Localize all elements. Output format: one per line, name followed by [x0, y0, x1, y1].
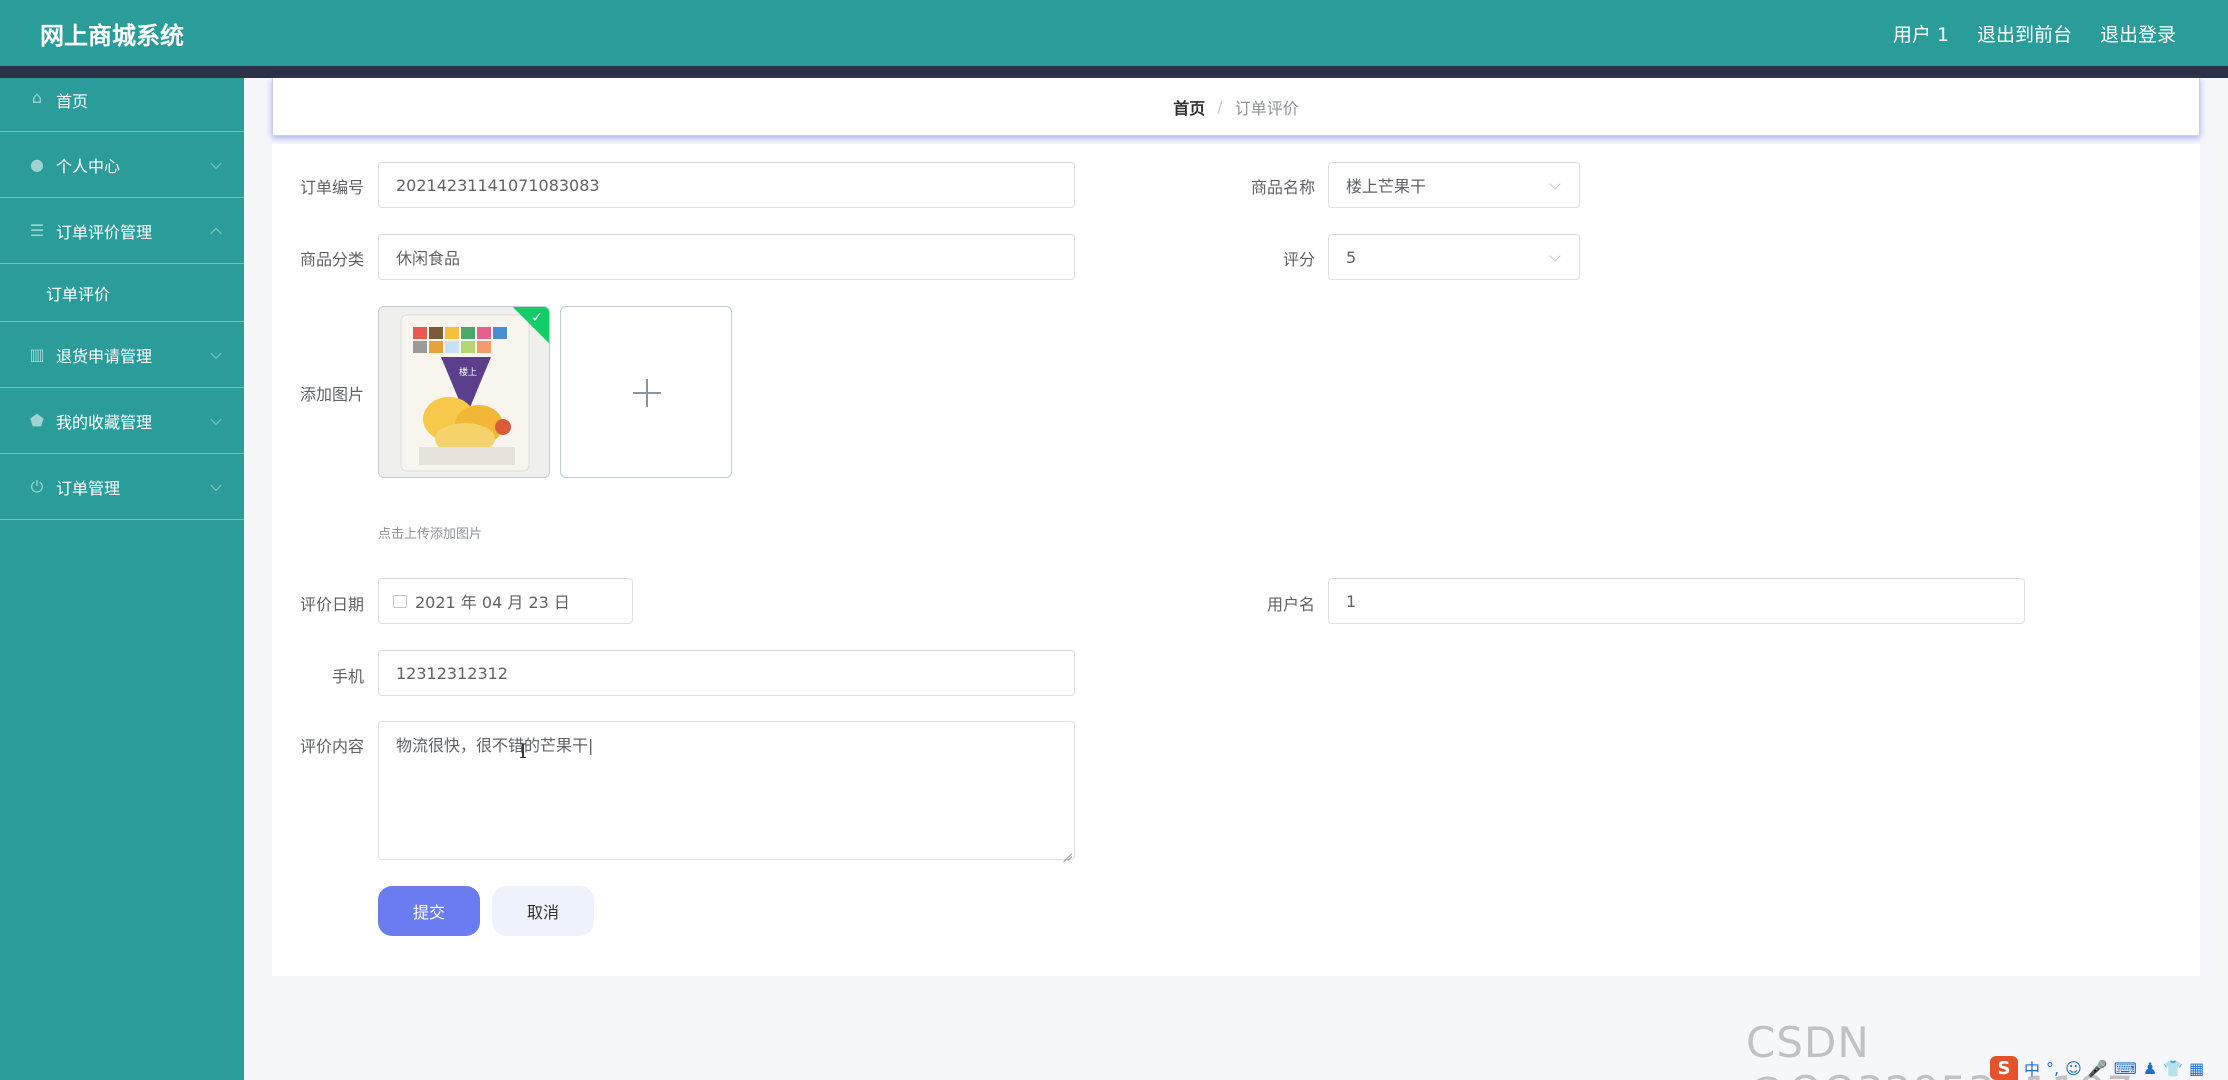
header-divider: [0, 66, 2228, 78]
logout-link[interactable]: 退出登录: [2100, 20, 2176, 47]
chevron-down-icon: [210, 157, 222, 169]
sidebar-item-label: 订单评价管理: [56, 222, 153, 242]
chevron-down-icon: [210, 413, 222, 425]
sidebar-item-personal-center[interactable]: ● 个人中心: [0, 132, 244, 198]
check-icon: ✓: [531, 310, 543, 326]
username-value: 1: [1346, 591, 1357, 611]
sidebar-item-home[interactable]: ⌂ 首页: [0, 78, 244, 132]
category-label: 商品分类: [299, 250, 364, 269]
breadcrumb-home[interactable]: 首页: [1173, 95, 1205, 119]
sidebar-item-order-management[interactable]: ⏻ 订单管理: [0, 454, 244, 520]
resize-handle[interactable]: [1062, 847, 1072, 857]
chevron-down-icon: [210, 479, 222, 491]
date-label: 评价日期: [299, 595, 364, 614]
emoji-icon[interactable]: ☺: [2065, 1059, 2082, 1078]
shield-icon: ⬟: [30, 411, 44, 430]
sidebar-item-order-review-management[interactable]: ☰ 订单评价管理: [0, 198, 244, 264]
sidebar-item-label: 退货申请管理: [56, 346, 153, 366]
rating-select[interactable]: 5: [1328, 234, 1580, 280]
exit-to-frontend-link[interactable]: 退出到前台: [1977, 20, 2072, 47]
order-no-value: 20214231141071083083: [396, 175, 600, 195]
order-no-field[interactable]: 20214231141071083083: [378, 162, 1075, 208]
keyboard-icon[interactable]: ⌨: [2114, 1059, 2137, 1078]
list-icon: ☰: [29, 221, 45, 240]
sidebar-item-label: 订单管理: [56, 478, 121, 498]
chevron-down-icon: [210, 347, 222, 359]
sidebar-subitem-order-review[interactable]: 订单评价: [0, 264, 244, 322]
user-icon: ●: [30, 155, 44, 174]
date-value: 2021 年 04 月 23 日: [415, 593, 570, 612]
sidebar-item-favorites-management[interactable]: ⬟ 我的收藏管理: [0, 388, 244, 454]
user-icon[interactable]: ♟: [2143, 1059, 2157, 1078]
mango-package-image: 楼上: [379, 307, 549, 477]
rating-value: 5: [1346, 247, 1357, 267]
phone-label: 手机: [331, 667, 364, 686]
date-picker[interactable]: 2021 年 04 月 23 日: [378, 578, 633, 624]
sidebar-item-return-management[interactable]: ▥ 退货申请管理: [0, 322, 244, 388]
uploaded-image-thumbnail[interactable]: 楼上 ✓: [378, 306, 550, 478]
review-content-value: 物流很快，很不错的芒果干|: [396, 736, 594, 755]
breadcrumb-current: 订单评价: [1234, 98, 1299, 118]
breadcrumb-separator: /: [1217, 97, 1223, 116]
chevron-down-icon: [1549, 250, 1561, 262]
current-user-link[interactable]: 用户 1: [1893, 20, 1949, 47]
chart-icon: ▥: [29, 345, 45, 364]
top-header: 网上商城系统 用户 1 退出到前台 退出登录: [0, 0, 2228, 66]
svg-text:楼上: 楼上: [459, 366, 477, 378]
sidebar-item-label: 个人中心: [56, 156, 121, 176]
home-icon: ⌂: [31, 88, 43, 107]
review-content-textarea[interactable]: 物流很快，很不错的芒果干|: [378, 721, 1075, 860]
sidebar: ⌂ 首页 ● 个人中心 ☰ 订单评价管理 订单评价 ▥ 退货申请管理 ⬟ 我的收…: [0, 78, 244, 1080]
username-field[interactable]: 1: [1328, 578, 2025, 624]
sidebar-item-label: 首页: [56, 92, 89, 111]
chevron-up-icon: [210, 227, 222, 239]
skin-icon[interactable]: 👕: [2163, 1059, 2183, 1078]
calendar-icon: [393, 594, 407, 608]
phone-field[interactable]: 12312312312: [378, 650, 1075, 696]
username-label: 用户名: [1266, 595, 1315, 614]
image-label: 添加图片: [299, 385, 364, 404]
mic-icon[interactable]: 🎤: [2088, 1059, 2108, 1078]
product-name-label: 商品名称: [1250, 178, 1315, 197]
ime-lang[interactable]: 中: [2024, 1056, 2040, 1080]
product-name-select[interactable]: 楼上芒果干: [1328, 162, 1580, 208]
product-name-value: 楼上芒果干: [1346, 177, 1427, 196]
order-no-label: 订单编号: [299, 178, 364, 197]
ime-toolbar: S 中 °, ☺ 🎤 ⌨ ♟ 👕 ▦: [1990, 1056, 2204, 1080]
category-field[interactable]: 休闲食品: [378, 234, 1075, 280]
ime-logo-icon[interactable]: S: [1990, 1056, 2018, 1080]
chevron-down-icon: [1549, 178, 1561, 190]
phone-value: 12312312312: [396, 663, 508, 683]
category-value: 休闲食品: [396, 249, 461, 268]
header-nav: 用户 1 退出到前台 退出登录: [1893, 20, 2176, 47]
submit-button[interactable]: 提交: [378, 886, 480, 936]
text-cursor-icon: I: [519, 739, 527, 763]
breadcrumb: 首页 / 订单评价: [272, 78, 2200, 136]
content-label: 评价内容: [299, 737, 364, 756]
sidebar-subitem-label: 订单评价: [46, 284, 111, 304]
sidebar-item-label: 我的收藏管理: [56, 412, 153, 432]
punctuation-icon[interactable]: °,: [2046, 1059, 2059, 1078]
power-icon: ⏻: [30, 476, 44, 496]
app-title: 网上商城系统: [40, 22, 184, 50]
grid-icon[interactable]: ▦: [2189, 1059, 2204, 1078]
cancel-button[interactable]: 取消: [492, 886, 594, 936]
rating-label: 评分: [1282, 250, 1315, 269]
upload-hint: 点击上传添加图片: [378, 527, 483, 542]
add-image-button[interactable]: [560, 306, 732, 478]
